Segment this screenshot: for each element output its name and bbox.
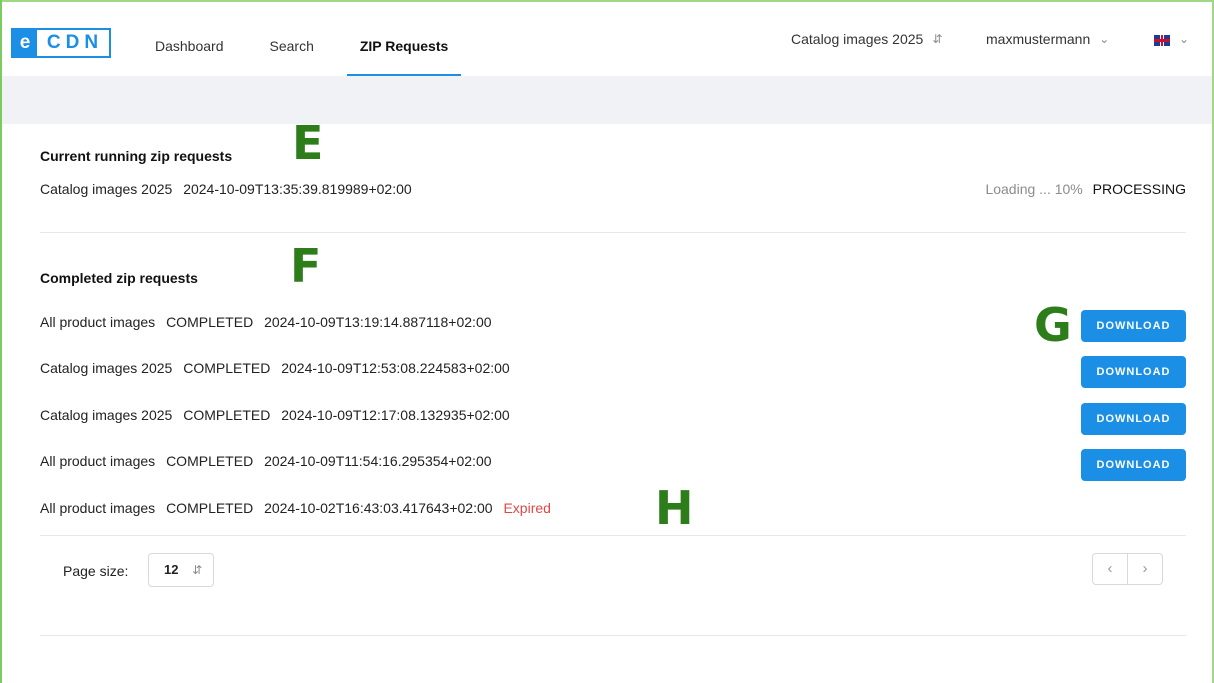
completed-status: COMPLETED bbox=[166, 500, 254, 516]
expired-label: Expired bbox=[503, 500, 551, 516]
completed-row: Catalog images 2025 COMPLETED 2024-10-09… bbox=[40, 360, 510, 376]
running-timestamp: 2024-10-09T13:35:39.819989+02:00 bbox=[183, 181, 412, 197]
completed-timestamp: 2024-10-09T12:17:08.132935+02:00 bbox=[281, 407, 510, 423]
completed-requests-title: Completed zip requests bbox=[40, 270, 198, 286]
completed-row-expired: All product images COMPLETED 2024-10-02T… bbox=[40, 500, 551, 516]
completed-timestamp: 2024-10-09T11:54:16.295354+02:00 bbox=[264, 453, 492, 469]
chevron-down-icon: ⌄ bbox=[1179, 32, 1190, 46]
completed-catalog: All product images bbox=[40, 453, 156, 469]
completed-catalog: Catalog images 2025 bbox=[40, 360, 173, 376]
completed-timestamp: 2024-10-09T12:53:08.224583+02:00 bbox=[281, 360, 510, 376]
page-size-value: 12 bbox=[164, 562, 179, 577]
pagination-controls: ‹ › bbox=[1092, 553, 1163, 585]
chevron-left-icon[interactable]: ‹ bbox=[1093, 554, 1127, 584]
updown-chevron-icon: ⇵ bbox=[192, 563, 203, 577]
logo-e: e bbox=[13, 30, 37, 56]
running-requests-title: Current running zip requests bbox=[40, 148, 233, 164]
download-button[interactable]: DOWNLOAD bbox=[1081, 310, 1186, 342]
annotation-e: E bbox=[292, 116, 324, 170]
user-menu[interactable]: maxmustermann ⌄ bbox=[986, 2, 1109, 76]
processing-status: PROCESSING bbox=[1092, 181, 1186, 197]
completed-status: COMPLETED bbox=[183, 360, 271, 376]
catalog-select-label: Catalog images 2025 bbox=[791, 31, 924, 47]
completed-catalog: All product images bbox=[40, 500, 156, 516]
main-nav: Dashboard Search ZIP Requests bbox=[142, 2, 481, 76]
running-catalog: Catalog images 2025 bbox=[40, 181, 173, 197]
page-size-label: Page size: bbox=[63, 563, 129, 579]
nav-dashboard[interactable]: Dashboard bbox=[142, 2, 237, 76]
completed-status: COMPLETED bbox=[183, 407, 271, 423]
completed-status: COMPLETED bbox=[166, 453, 254, 469]
uk-flag-icon bbox=[1154, 35, 1170, 46]
running-status: Loading ... 10% PROCESSING bbox=[985, 181, 1186, 197]
completed-row: Catalog images 2025 COMPLETED 2024-10-09… bbox=[40, 407, 510, 423]
running-request-row: Catalog images 2025 2024-10-09T13:35:39.… bbox=[40, 181, 412, 197]
completed-row: All product images COMPLETED 2024-10-09T… bbox=[40, 314, 492, 330]
page-header-band bbox=[2, 76, 1212, 124]
completed-catalog: All product images bbox=[40, 314, 156, 330]
nav-zip-requests[interactable]: ZIP Requests bbox=[346, 2, 462, 76]
footer-divider bbox=[40, 635, 1186, 636]
section-divider bbox=[40, 232, 1186, 233]
top-navbar: e CDN Dashboard Search ZIP Requests Cata… bbox=[2, 2, 1212, 76]
updown-chevron-icon: ⇵ bbox=[932, 32, 943, 46]
chevron-down-icon: ⌄ bbox=[1099, 32, 1110, 46]
completed-status: COMPLETED bbox=[166, 314, 254, 330]
logo-cdn: CDN bbox=[46, 32, 104, 53]
completed-catalog: Catalog images 2025 bbox=[40, 407, 173, 423]
list-divider bbox=[40, 535, 1186, 536]
download-button[interactable]: DOWNLOAD bbox=[1081, 449, 1186, 481]
download-button[interactable]: DOWNLOAD bbox=[1081, 356, 1186, 388]
nav-search[interactable]: Search bbox=[257, 2, 327, 76]
annotation-h: H bbox=[655, 481, 694, 535]
catalog-select[interactable]: Catalog images 2025 ⇵ bbox=[791, 2, 942, 76]
ecdn-logo[interactable]: e CDN bbox=[11, 28, 111, 58]
chevron-right-icon[interactable]: › bbox=[1127, 554, 1162, 584]
completed-row: All product images COMPLETED 2024-10-09T… bbox=[40, 453, 492, 469]
user-menu-label: maxmustermann bbox=[986, 31, 1091, 47]
annotation-g: G bbox=[1034, 298, 1072, 352]
completed-timestamp: 2024-10-02T16:43:03.417643+02:00 bbox=[264, 500, 493, 516]
page-size-select[interactable]: 12 ⇵ bbox=[148, 553, 214, 587]
download-button[interactable]: DOWNLOAD bbox=[1081, 403, 1186, 435]
annotation-f: F bbox=[290, 239, 322, 293]
loading-progress: Loading ... 10% bbox=[985, 181, 1083, 197]
language-select[interactable]: ⌄ bbox=[1154, 2, 1189, 76]
completed-timestamp: 2024-10-09T13:19:14.887118+02:00 bbox=[264, 314, 492, 330]
